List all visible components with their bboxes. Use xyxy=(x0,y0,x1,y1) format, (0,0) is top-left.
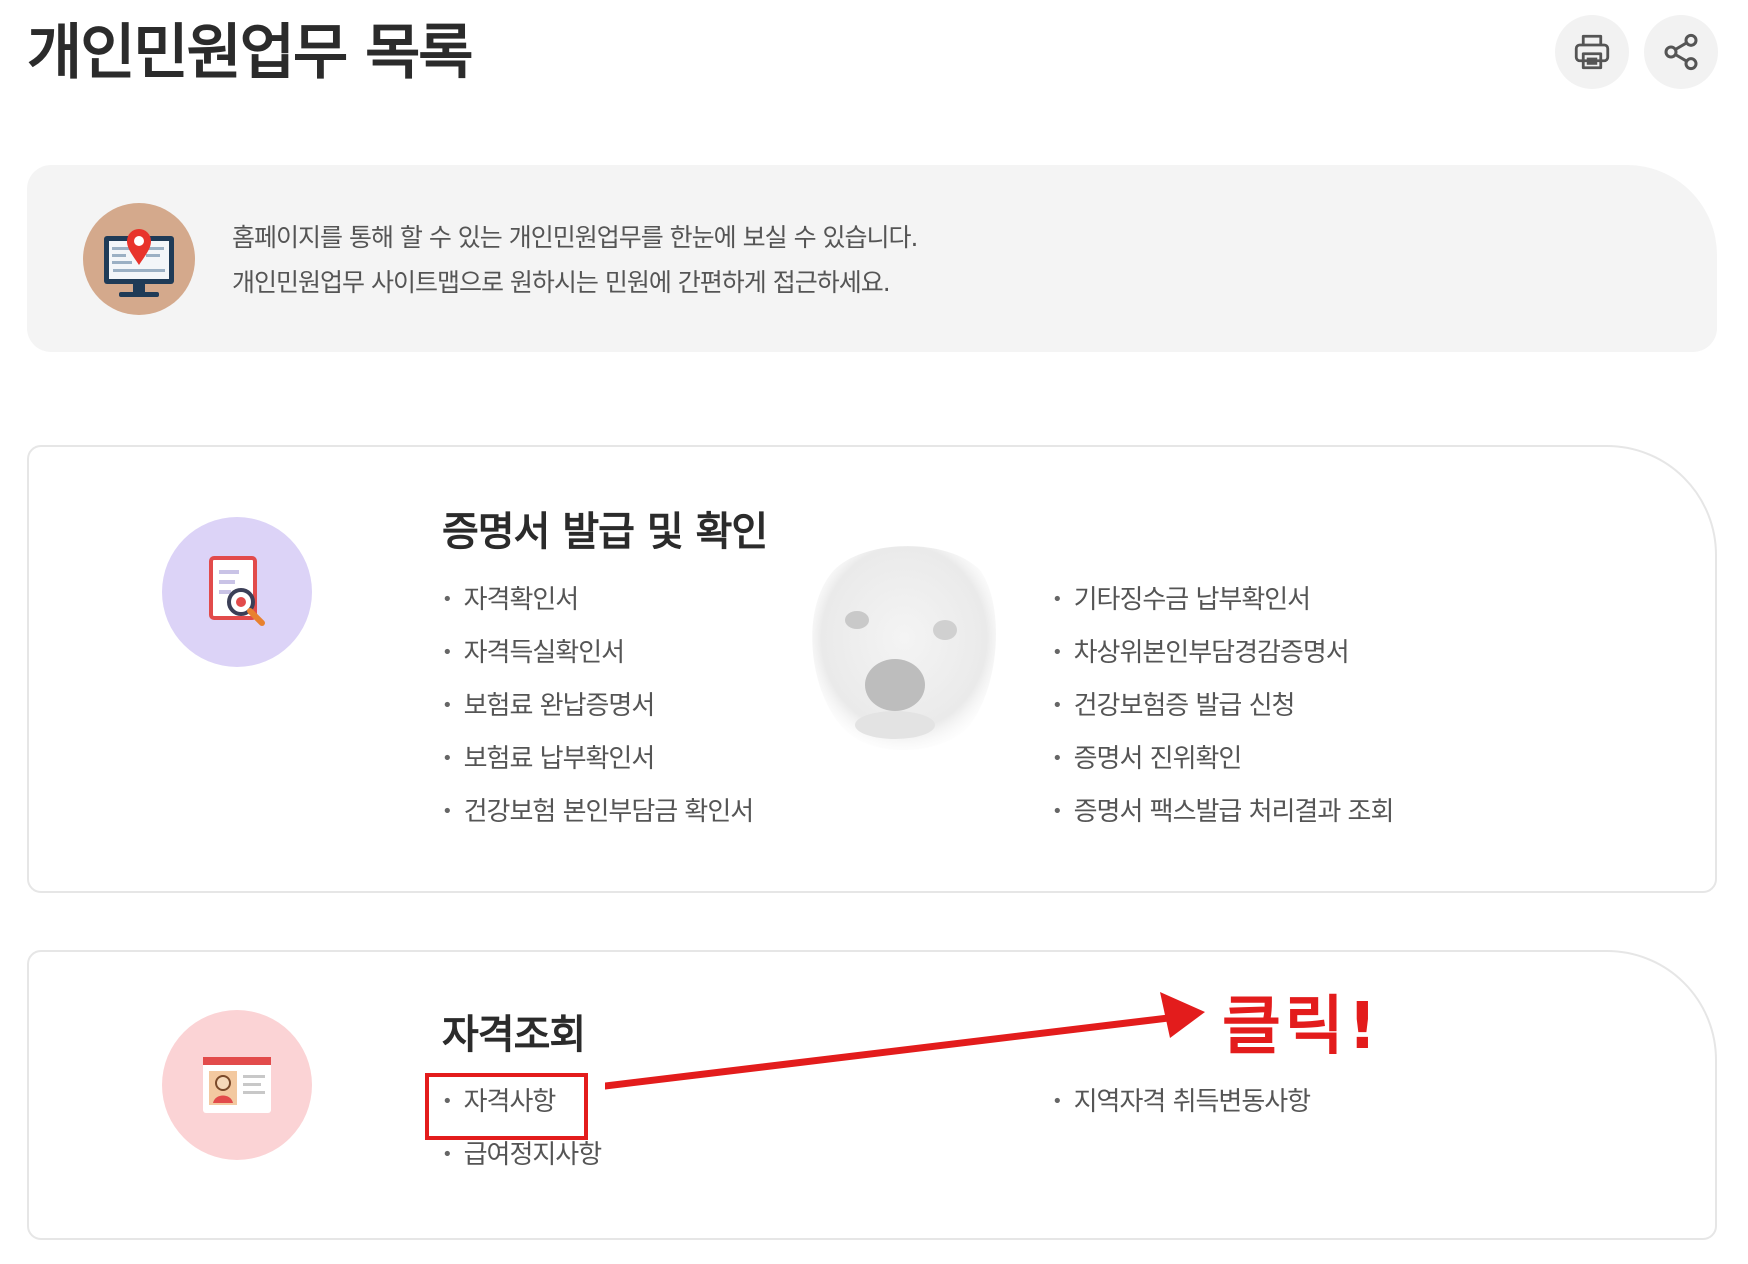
section-title: 자격조회 xyxy=(442,1012,586,1058)
link-fax-issuance-result[interactable]: 증명서 팩스발급 처리결과 조회 xyxy=(1052,786,1395,839)
link-list-left: 자격확인서 자격득실확인서 보험료 완납증명서 보험료 납부확인서 건강보험 본… xyxy=(442,574,755,839)
link-premium-payment-confirmation[interactable]: 보험료 납부확인서 xyxy=(442,733,753,786)
link-qualification-certificate[interactable]: 자격확인서 xyxy=(442,574,753,627)
page-title: 개인민원업무 목록 xyxy=(27,18,473,88)
link-list-right: 기타징수금 납부확인서 차상위본인부담경감증명서 건강보험증 발급 신청 증명서… xyxy=(1052,574,1395,839)
intro-line-2: 개인민원업무 사이트맵으로 원하시는 민원에 간편하게 접근하세요. xyxy=(232,268,891,297)
section-title: 증명서 발급 및 확인 xyxy=(442,509,768,555)
intro-banner: 홈페이지를 통해 할 수 있는 개인민원업무를 한눈에 보실 수 있습니다. 개… xyxy=(27,165,1717,352)
section-icon-badge xyxy=(162,1010,312,1160)
link-premium-paid-in-full-certificate[interactable]: 보험료 완납증명서 xyxy=(442,680,753,733)
document-search-icon xyxy=(209,556,265,626)
link-insurance-card-request[interactable]: 건강보험증 발급 신청 xyxy=(1052,680,1393,733)
link-certificate-verification[interactable]: 증명서 진위확인 xyxy=(1052,733,1393,786)
highlight-box xyxy=(425,1073,588,1140)
intro-line-1: 홈페이지를 통해 할 수 있는 개인민원업무를 한눈에 보실 수 있습니다. xyxy=(232,223,918,252)
printer-icon xyxy=(1574,34,1610,70)
link-near-poverty-reduction-certificate[interactable]: 차상위본인부담경감증명서 xyxy=(1052,627,1393,680)
id-card-icon xyxy=(203,1057,271,1113)
share-icon xyxy=(1664,33,1698,71)
dog-face-watermark xyxy=(812,546,997,751)
share-button[interactable] xyxy=(1644,15,1718,89)
click-annotation-label: 클릭! xyxy=(1222,990,1381,1064)
link-copayment-confirmation[interactable]: 건강보험 본인부담금 확인서 xyxy=(442,786,755,839)
section-icon-badge xyxy=(162,517,312,667)
arrow-annotation xyxy=(605,992,1205,1090)
link-other-levy-payment-confirmation[interactable]: 기타징수금 납부확인서 xyxy=(1052,574,1393,627)
print-button[interactable] xyxy=(1555,15,1629,89)
link-qualification-history-certificate[interactable]: 자격득실확인서 xyxy=(442,627,753,680)
monitor-location-pin-icon xyxy=(83,203,195,315)
